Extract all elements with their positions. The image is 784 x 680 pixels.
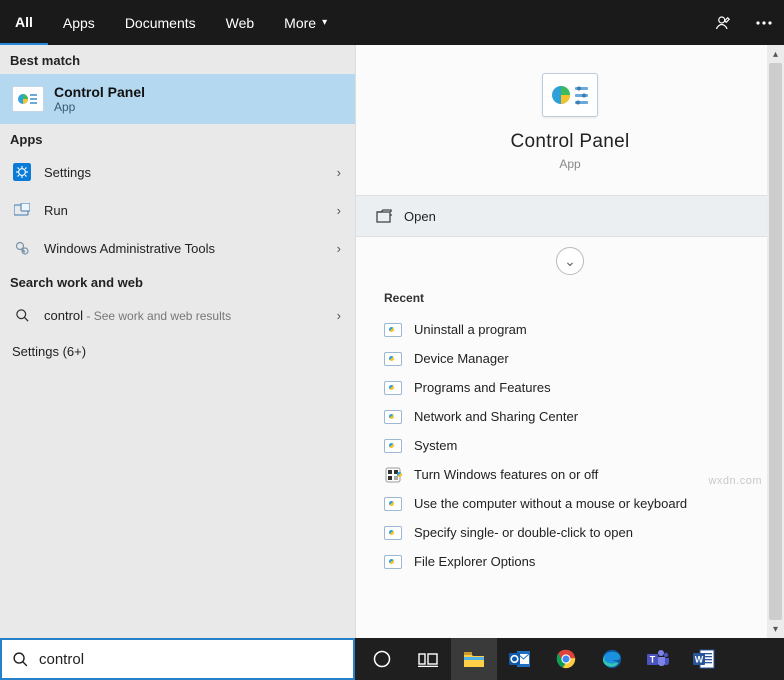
open-label: Open <box>404 209 436 224</box>
recent-item[interactable]: Programs and Features <box>384 373 756 402</box>
chevron-down-icon: ⌄ <box>564 253 576 270</box>
control-panel-mini-icon <box>384 381 402 395</box>
control-panel-icon <box>12 86 44 112</box>
control-panel-mini-icon <box>384 439 402 453</box>
best-match-result[interactable]: Control Panel App <box>0 74 355 124</box>
edge-icon[interactable] <box>589 638 635 680</box>
search-icon <box>12 308 32 323</box>
recent-label: Specify single- or double-click to open <box>414 525 633 540</box>
recent-label: Use the computer without a mouse or keyb… <box>414 496 687 511</box>
open-icon <box>376 209 392 223</box>
recent-label: Device Manager <box>414 351 509 366</box>
cortana-icon[interactable] <box>359 638 405 680</box>
outlook-icon[interactable] <box>497 638 543 680</box>
control-panel-mini-icon <box>384 410 402 424</box>
recent-label: Turn Windows features on or off <box>414 467 598 482</box>
recent-label: Network and Sharing Center <box>414 409 578 424</box>
admin-tools-icon <box>12 240 32 256</box>
results-left-panel: Best match Control Panel App Apps Settin… <box>0 45 355 638</box>
chevron-right-icon: › <box>337 308 341 323</box>
preview-title: Control Panel <box>356 131 784 153</box>
gear-icon <box>12 163 32 181</box>
run-icon <box>12 203 32 217</box>
section-best-match: Best match <box>0 45 355 74</box>
chevron-right-icon: › <box>337 165 341 180</box>
open-action[interactable]: Open <box>356 195 784 237</box>
web-query: control <box>44 308 83 323</box>
recent-item[interactable]: Use the computer without a mouse or keyb… <box>384 489 756 518</box>
control-panel-mini-icon <box>384 497 402 511</box>
svg-text:W: W <box>695 655 704 665</box>
apps-item-settings[interactable]: Settings › <box>0 153 355 191</box>
chevron-right-icon: › <box>337 241 341 256</box>
word-icon[interactable]: W <box>681 638 727 680</box>
list-item-label: Windows Administrative Tools <box>44 241 215 256</box>
web-search-item[interactable]: control - See work and web results › <box>0 296 355 334</box>
watermark: wxdn.com <box>708 475 762 487</box>
apps-item-admin-tools[interactable]: Windows Administrative Tools › <box>0 229 355 267</box>
web-hint: - See work and web results <box>83 309 231 323</box>
feedback-icon[interactable] <box>704 0 744 45</box>
recent-label: System <box>414 438 457 453</box>
tab-more[interactable]: More ▾ <box>269 0 342 45</box>
list-item-label: Run <box>44 203 68 218</box>
file-explorer-icon[interactable] <box>451 638 497 680</box>
recent-item[interactable]: Specify single- or double-click to open <box>384 518 756 547</box>
recent-item[interactable]: Network and Sharing Center <box>384 402 756 431</box>
section-apps: Apps <box>0 124 355 153</box>
recent-label: Programs and Features <box>414 380 551 395</box>
windows-features-icon <box>384 468 402 482</box>
control-panel-mini-icon <box>384 323 402 337</box>
scroll-down-icon[interactable]: ▾ <box>767 620 784 638</box>
chevron-down-icon: ▾ <box>322 17 327 28</box>
best-match-subtitle: App <box>54 100 145 114</box>
more-options-icon[interactable] <box>744 0 784 45</box>
chrome-icon[interactable] <box>543 638 589 680</box>
search-icon <box>12 651 29 668</box>
chevron-right-icon: › <box>337 203 341 218</box>
tab-all[interactable]: All <box>0 0 48 45</box>
recent-label: File Explorer Options <box>414 554 535 569</box>
preview-right-panel: Control Panel App Open ⌄ Recent Uninstal… <box>355 45 784 638</box>
control-panel-mini-icon <box>384 555 402 569</box>
vertical-scrollbar[interactable]: ▴ ▾ <box>767 45 784 638</box>
recent-item[interactable]: Device Manager <box>384 344 756 373</box>
teams-icon[interactable]: T <box>635 638 681 680</box>
recent-header: Recent <box>384 291 756 305</box>
tab-documents[interactable]: Documents <box>110 0 211 45</box>
control-panel-mini-icon <box>384 352 402 366</box>
scrollbar-thumb[interactable] <box>769 63 782 620</box>
best-match-title: Control Panel <box>54 84 145 100</box>
section-search-web: Search work and web <box>0 267 355 296</box>
search-filter-tabs: All Apps Documents Web More ▾ <box>0 0 784 45</box>
search-box[interactable] <box>0 638 355 680</box>
scroll-up-icon[interactable]: ▴ <box>767 45 784 63</box>
control-panel-large-icon <box>542 73 598 117</box>
recent-label: Uninstall a program <box>414 322 527 337</box>
apps-item-run[interactable]: Run › <box>0 191 355 229</box>
svg-text:T: T <box>650 655 656 665</box>
task-view-icon[interactable] <box>405 638 451 680</box>
expand-button[interactable]: ⌄ <box>556 247 584 275</box>
preview-subtitle: App <box>356 157 784 171</box>
list-item-label: Settings <box>44 165 91 180</box>
recent-item[interactable]: File Explorer Options <box>384 547 756 576</box>
recent-item[interactable]: Turn Windows features on or off <box>384 460 756 489</box>
control-panel-mini-icon <box>384 526 402 540</box>
recent-item[interactable]: Uninstall a program <box>384 315 756 344</box>
taskbar: T W <box>355 638 784 680</box>
tab-more-label: More <box>284 15 316 31</box>
settings-more[interactable]: Settings (6+) <box>0 334 355 369</box>
search-input[interactable] <box>39 651 343 668</box>
tab-web[interactable]: Web <box>211 0 270 45</box>
tab-apps[interactable]: Apps <box>48 0 110 45</box>
recent-item[interactable]: System <box>384 431 756 460</box>
